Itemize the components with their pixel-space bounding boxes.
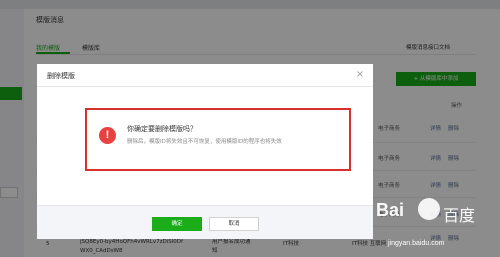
confirm-button[interactable]: 确定 xyxy=(152,217,202,231)
dialog-footer: 确定 取消 xyxy=(37,205,373,239)
dialog-body: ! 你确定要删除模版吗？ 删除后，模版ID将失效且不可恢复，使用模版ID的程序也… xyxy=(37,87,373,205)
baidu-watermark-logo: Bai xyxy=(376,200,405,220)
cancel-button[interactable]: 取消 xyxy=(209,217,259,231)
baidu-paw-icon xyxy=(418,198,440,220)
confirm-message-description: 删除后，模版ID将失效且不可恢复，使用模版ID的程序也将失效 xyxy=(127,139,282,145)
dialog-title: 删除模版 xyxy=(47,72,75,80)
confirm-message-title: 你确定要删除模版吗？ xyxy=(127,125,197,133)
dialog-header: 删除模版 × xyxy=(37,64,373,87)
close-icon[interactable]: × xyxy=(354,69,366,81)
exclamation-circle-icon: ! xyxy=(99,127,116,144)
baidu-watermark-text: 百度 xyxy=(443,206,476,225)
delete-template-dialog: 删除模版 × ! 你确定要删除模版吗？ 删除后，模版ID将失效且不可恢复，使用模… xyxy=(37,64,373,239)
watermark-url: jingyan.baidu.com xyxy=(388,240,445,247)
